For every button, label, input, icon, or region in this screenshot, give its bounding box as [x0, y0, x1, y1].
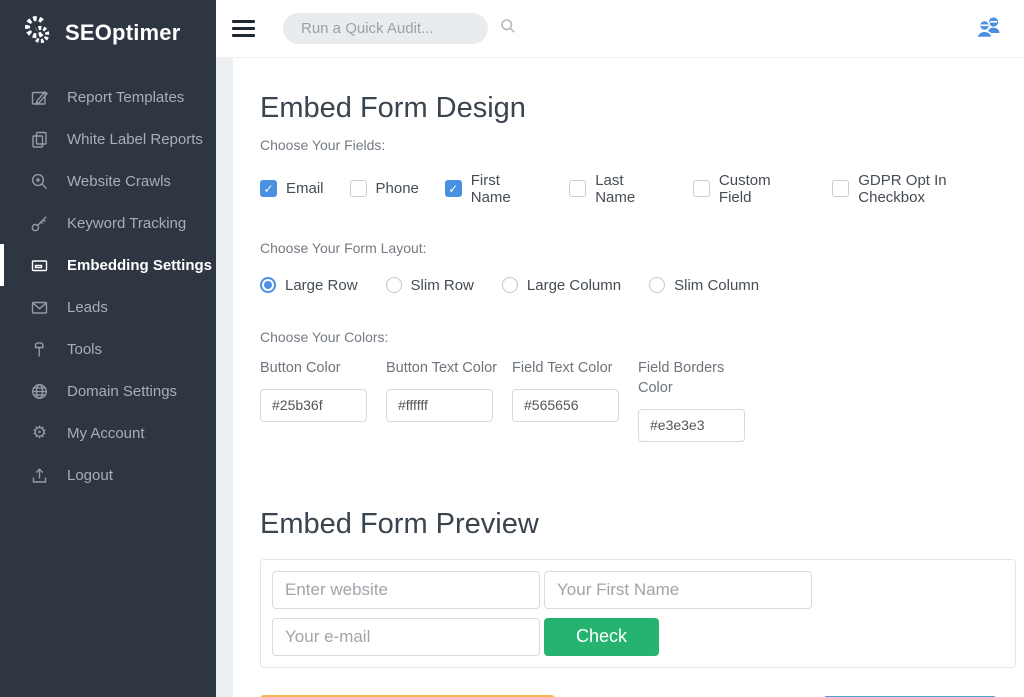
seoptimer-gears-logo-icon — [20, 13, 56, 52]
field-checkbox-email[interactable]: ✓ Email — [260, 180, 324, 197]
content-gutter — [216, 58, 233, 697]
color-field-input[interactable] — [512, 389, 619, 422]
preview-email-input[interactable] — [272, 618, 540, 656]
checkbox-label: Custom Field — [719, 172, 807, 206]
field-checkbox-gdpr-opt-in-checkbox[interactable]: GDPR Opt In Checkbox — [832, 172, 1016, 206]
gear-icon: ⚙ — [30, 424, 49, 443]
color-fields: Button Color Button Text Color Field Tex… — [260, 358, 1016, 442]
checkbox-icon[interactable]: ✓ — [445, 180, 462, 197]
sidebar-item-label: Website Crawls — [67, 173, 171, 190]
color-field-input[interactable] — [638, 409, 745, 442]
radio-icon[interactable] — [502, 277, 518, 293]
checkbox-label: Phone — [376, 180, 419, 197]
sidebar-item-domain-settings[interactable]: Domain Settings — [0, 370, 216, 412]
app-logo[interactable]: SEOptimer — [0, 0, 216, 52]
color-field-field-text-color: Field Text Color — [512, 358, 638, 422]
field-checkbox-phone[interactable]: Phone — [350, 180, 419, 197]
sidebar-item-label: Tools — [67, 341, 102, 358]
layout-radio-row: Large Row Slim Row Large Column Slim Col… — [260, 277, 1016, 294]
color-field-label: Field Text Color — [512, 358, 638, 378]
field-checkbox-row: ✓ Email Phone ✓ First Name Last Name Cus… — [260, 172, 1016, 206]
layout-radio-slim-row[interactable]: Slim Row — [386, 277, 474, 294]
sidebar-item-label: Domain Settings — [67, 383, 177, 400]
main-area: Embed Form Design Choose Your Fields: ✓ … — [216, 0, 1024, 697]
radio-icon[interactable] — [386, 277, 402, 293]
page-title: Embed Form Design — [260, 93, 1016, 125]
topbar — [216, 0, 1024, 58]
color-field-field-borders-color: Field Borders Color — [638, 358, 733, 442]
checkbox-icon[interactable] — [832, 180, 849, 197]
sidebar-item-embedding-settings[interactable]: Embedding Settings — [0, 244, 216, 286]
hammer-icon — [30, 340, 49, 359]
color-field-button-text-color: Button Text Color — [386, 358, 512, 422]
preview-title: Embed Form Preview — [260, 509, 1016, 541]
radio-label: Large Row — [285, 277, 358, 294]
layout-radio-slim-column[interactable]: Slim Column — [649, 277, 759, 294]
sidebar: SEOptimer Report Templates White Label R… — [0, 0, 216, 697]
checkbox-icon[interactable] — [569, 180, 586, 197]
checkbox-icon[interactable] — [350, 180, 367, 197]
copy-pages-icon — [30, 130, 49, 149]
sidebar-item-label: Logout — [67, 467, 113, 484]
sidebar-item-white-label-reports[interactable]: White Label Reports — [0, 118, 216, 160]
sidebar-item-label: Embedding Settings — [67, 257, 212, 274]
search-plus-icon — [30, 172, 49, 191]
sidebar-nav: Report Templates White Label Reports Web… — [0, 76, 216, 496]
fields-section-label: Choose Your Fields: — [260, 137, 1016, 153]
search-icon — [500, 18, 516, 39]
preview-check-button[interactable]: Check — [544, 618, 659, 656]
colors-section-label: Choose Your Colors: — [260, 329, 1016, 345]
sidebar-item-label: Leads — [67, 299, 108, 316]
radio-label: Slim Row — [411, 277, 474, 294]
checkbox-icon[interactable]: ✓ — [260, 180, 277, 197]
preview-website-input[interactable] — [272, 571, 540, 609]
field-checkbox-custom-field[interactable]: Custom Field — [693, 172, 806, 206]
checkbox-label: Email — [286, 180, 324, 197]
search-input[interactable] — [301, 20, 500, 37]
checkbox-label: Last Name — [595, 172, 667, 206]
sidebar-item-label: My Account — [67, 425, 145, 442]
users-icon[interactable] — [974, 14, 1004, 47]
embed-form-preview-card: Check — [260, 559, 1016, 668]
checkbox-label: GDPR Opt In Checkbox — [858, 172, 1016, 206]
sidebar-item-tools[interactable]: Tools — [0, 328, 216, 370]
radio-label: Slim Column — [674, 277, 759, 294]
sidebar-item-leads[interactable]: Leads — [0, 286, 216, 328]
layout-section-label: Choose Your Form Layout: — [260, 240, 1016, 256]
key-icon — [30, 214, 49, 233]
envelope-icon — [30, 298, 49, 317]
radio-icon[interactable] — [649, 277, 665, 293]
radio-icon[interactable] — [260, 277, 276, 293]
sidebar-item-label: Keyword Tracking — [67, 215, 186, 232]
color-field-label: Button Color — [260, 358, 386, 378]
sidebar-item-my-account[interactable]: ⚙ My Account — [0, 412, 216, 454]
sidebar-item-keyword-tracking[interactable]: Keyword Tracking — [0, 202, 216, 244]
content: Embed Form Design Choose Your Fields: ✓ … — [233, 58, 1024, 697]
color-field-input[interactable] — [260, 389, 367, 422]
color-field-label: Button Text Color — [386, 358, 512, 378]
hamburger-menu-icon[interactable] — [232, 16, 255, 41]
layout-radio-large-row[interactable]: Large Row — [260, 277, 358, 294]
layout-radio-large-column[interactable]: Large Column — [502, 277, 621, 294]
field-checkbox-last-name[interactable]: Last Name — [569, 172, 667, 206]
preview-first-name-input[interactable] — [544, 571, 812, 609]
field-checkbox-first-name[interactable]: ✓ First Name — [445, 172, 543, 206]
checkbox-label: First Name — [471, 172, 544, 206]
color-field-input[interactable] — [386, 389, 493, 422]
globe-icon — [30, 382, 49, 401]
embed-card-icon — [30, 256, 49, 275]
checkbox-icon[interactable] — [693, 180, 710, 197]
sidebar-item-label: White Label Reports — [67, 131, 203, 148]
color-field-button-color: Button Color — [260, 358, 386, 422]
pencil-square-icon — [30, 88, 49, 107]
color-field-label: Field Borders Color — [638, 358, 733, 398]
app-title: SEOptimer — [65, 20, 181, 46]
sidebar-item-label: Report Templates — [67, 89, 184, 106]
radio-label: Large Column — [527, 277, 621, 294]
sidebar-item-logout[interactable]: Logout — [0, 454, 216, 496]
quick-audit-search[interactable] — [283, 13, 488, 44]
sidebar-item-website-crawls[interactable]: Website Crawls — [0, 160, 216, 202]
logout-icon — [30, 466, 49, 485]
sidebar-item-report-templates[interactable]: Report Templates — [0, 76, 216, 118]
